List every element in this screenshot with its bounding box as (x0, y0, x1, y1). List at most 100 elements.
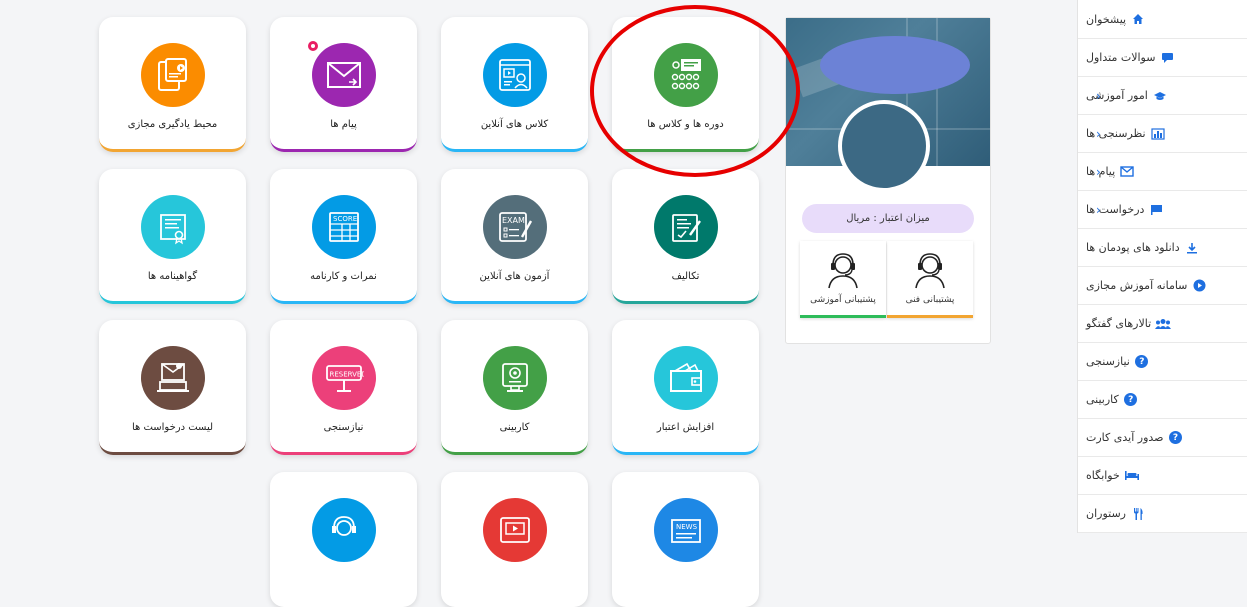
sidebar-item-karbini[interactable]: ? کاربینی (1078, 381, 1247, 419)
tile-label: پیام ها (330, 119, 357, 130)
sidebar-item-label: تالارهای گفتگو (1086, 317, 1152, 330)
credit-balance: میزان اعتبار : مریال (802, 204, 974, 233)
bed-icon (1124, 468, 1140, 484)
sidebar-item-label: سامانه آموزش مجازی (1086, 279, 1188, 292)
tile-assignments[interactable]: تکالیف (612, 169, 759, 304)
support-agent-icon (915, 253, 945, 289)
profile-card: میزان اعتبار : مریال پشتیبانی فنی پشتیبا… (785, 17, 991, 344)
svg-text:NEWS: NEWS (676, 523, 698, 531)
tech-support-label: پشتیبانی فنی (905, 295, 955, 305)
tile-label: دوره ها و کلاس ها (647, 119, 724, 130)
question-circle-icon: ? (1123, 392, 1139, 408)
sidebar-item-faq[interactable]: سوالات متداول (1078, 39, 1247, 77)
reserved-sign-icon: RESERVED (312, 346, 376, 410)
question-circle-icon: ? (1168, 430, 1184, 446)
wallet-icon (654, 346, 718, 410)
sidebar-item-label: نیازسنجی (1086, 355, 1130, 368)
tile-messages[interactable]: پیام ها (270, 17, 417, 152)
exam-icon: EXAM (483, 195, 547, 259)
flag-icon (1148, 202, 1164, 218)
support-agent-icon (828, 253, 858, 289)
question-circle-icon: ? (1134, 354, 1150, 370)
sidebar-item-virtual-learning[interactable]: سامانه آموزش مجازی (1078, 267, 1247, 305)
profile-name-placeholder (820, 36, 970, 94)
sidebar-item-requests[interactable]: درخواست ها ‹ (1078, 191, 1247, 229)
tile-request-list[interactable]: لیست درخواست ها (99, 320, 246, 455)
tile-label: لیست درخواست ها (131, 422, 214, 433)
sidebar-item-label: دانلود های پودمان ها (1086, 241, 1180, 254)
tile-videos[interactable] (441, 472, 588, 607)
bar-chart-icon (1150, 126, 1166, 142)
tile-certificates[interactable]: گواهینامه ها (99, 169, 246, 304)
play-circle-icon (1191, 278, 1207, 294)
education-support-label: پشتیبانی آموزشی (810, 295, 876, 305)
tile-label: آزمون های آنلاین (479, 271, 550, 282)
sidebar-item-label: پیشخوان (1086, 12, 1127, 26)
envelope-icon (1119, 164, 1135, 180)
sidebar-item-needs-assessment[interactable]: ? نیازسنجی (1078, 343, 1247, 381)
sidebar-item-label: رستوران (1086, 507, 1126, 520)
news-icon: NEWS (654, 498, 718, 562)
tile-label: کلاس های آنلاین (480, 119, 549, 130)
home-icon (1130, 11, 1146, 27)
classroom-icon (654, 43, 718, 107)
tile-label: گواهینامه ها (147, 271, 198, 282)
headset-icon (312, 498, 376, 562)
sidebar-item-label: نظرسنجی ها (1086, 127, 1146, 140)
score-icon: SCORE (312, 195, 376, 259)
chevron-left-icon: ‹ (1096, 88, 1101, 103)
sidebar-item-dashboard[interactable]: پیشخوان (1078, 0, 1247, 39)
tile-virtual-learning[interactable]: محیط یادگیری مجازی (99, 17, 246, 152)
sidebar-item-id-card[interactable]: ? صدور آیدی کارت (1078, 419, 1247, 457)
sidebar-item-messages[interactable]: پیام ها ‹ (1078, 153, 1247, 191)
ebook-icon (141, 43, 205, 107)
users-icon (1155, 316, 1172, 332)
assignment-icon (654, 195, 718, 259)
tile-label: افزایش اعتبار (656, 422, 715, 433)
notification-badge (306, 39, 320, 53)
svg-text:RESERVED: RESERVED (330, 371, 365, 379)
tile-label: محیط یادگیری مجازی (127, 119, 218, 130)
sidebar-item-label: کاربینی (1086, 393, 1119, 406)
sidebar-item-education[interactable]: امور آموزشی ‹ (1078, 77, 1247, 115)
mail-laptop-icon (141, 346, 205, 410)
sidebar-item-label: خوابگاه (1086, 469, 1120, 482)
sidebar-item-label: صدور آیدی کارت (1086, 431, 1164, 444)
education-support-button[interactable]: پشتیبانی آموزشی (800, 241, 886, 318)
sidebar-item-dormitory[interactable]: خوابگاه (1078, 457, 1247, 495)
tile-label: تکالیف (671, 271, 700, 282)
tile-courses-classes[interactable]: دوره ها و کلاس ها (612, 17, 759, 152)
chevron-left-icon: ‹ (1096, 164, 1101, 179)
certificate-icon (141, 195, 205, 259)
tile-support-center[interactable] (270, 472, 417, 607)
sidebar-item-downloads[interactable]: دانلود های پودمان ها (1078, 229, 1247, 267)
tile-label: نیازسنجی (323, 422, 364, 433)
tile-online-classes[interactable]: کلاس های آنلاین (441, 17, 588, 152)
avatar[interactable] (838, 100, 930, 192)
chevron-left-icon: ‹ (1096, 202, 1101, 217)
sidebar: پیشخوان سوالات متداول امور آموزشی ‹ نظرس… (1077, 0, 1247, 533)
mail-icon (312, 43, 376, 107)
tile-news[interactable]: NEWS (612, 472, 759, 607)
sidebar-item-surveys[interactable]: نظرسنجی ها ‹ (1078, 115, 1247, 153)
video-player-icon (483, 498, 547, 562)
tile-grades[interactable]: SCORE نمرات و کارنامه (270, 169, 417, 304)
svg-text:SCORE: SCORE (333, 215, 357, 223)
chevron-left-icon: ‹ (1096, 126, 1101, 141)
sidebar-item-label: سوالات متداول (1086, 51, 1156, 64)
graduation-cap-icon (1152, 88, 1168, 104)
tile-label: کاربینی (499, 422, 530, 433)
sidebar-item-forums[interactable]: تالارهای گفتگو (1078, 305, 1247, 343)
sidebar-item-restaurant[interactable]: رستوران (1078, 495, 1247, 533)
tile-label: نمرات و کارنامه (310, 271, 377, 282)
tile-needs-assessment[interactable]: RESERVED نیازسنجی (270, 320, 417, 455)
download-icon (1184, 240, 1200, 256)
tile-increase-credit[interactable]: افزایش اعتبار (612, 320, 759, 455)
utensils-icon (1130, 506, 1146, 522)
tech-support-button[interactable]: پشتیبانی فنی (887, 241, 973, 318)
tile-karbini[interactable]: کاربینی (441, 320, 588, 455)
sidebar-item-label: درخواست ها (1086, 203, 1145, 216)
tile-online-exams[interactable]: EXAM آزمون های آنلاین (441, 169, 588, 304)
chat-icon (1159, 50, 1175, 66)
online-class-icon (483, 43, 547, 107)
